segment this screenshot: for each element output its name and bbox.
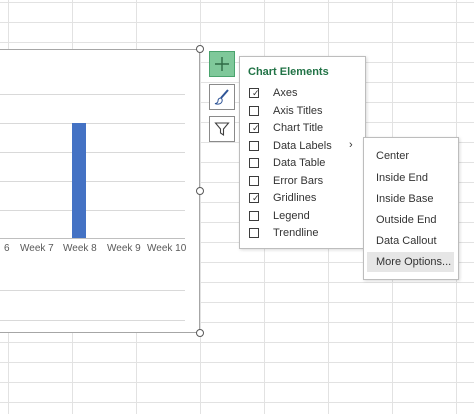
chart-gridline: [0, 181, 185, 182]
checkmark-icon: ✓: [252, 122, 260, 133]
checkbox[interactable]: [249, 140, 259, 151]
chevron-right-icon[interactable]: ›: [349, 139, 353, 151]
element-item-axes[interactable]: ✓ Axes: [245, 84, 335, 101]
chart-gridline: [0, 94, 185, 95]
element-item-chart-title[interactable]: ✓ Chart Title: [245, 119, 335, 136]
chart-axis-line: [0, 238, 185, 239]
chart-styles-button[interactable]: [209, 84, 235, 110]
chart-gridline: [0, 320, 185, 321]
x-tick-label: Week 10: [147, 243, 187, 254]
element-item-axis-titles[interactable]: Axis Titles: [245, 102, 335, 119]
element-item-gridlines[interactable]: ✓ Gridlines: [245, 189, 335, 206]
panel-title: Chart Elements: [248, 66, 329, 78]
chart-elements-button[interactable]: [209, 51, 235, 77]
chart-filters-button[interactable]: [209, 116, 235, 142]
element-item-label: Data Table: [273, 156, 326, 169]
element-item-label: Gridlines: [273, 191, 317, 204]
chart-bar-week-8[interactable]: [72, 123, 86, 238]
element-item-label: Error Bars: [273, 174, 324, 187]
submenu-item-inside-end[interactable]: Inside End: [367, 168, 454, 188]
checkbox[interactable]: ✓: [249, 87, 260, 98]
chart-gridline: [0, 152, 185, 153]
x-tick-label: Week 9: [107, 243, 141, 254]
resize-handle-right[interactable]: [196, 187, 204, 195]
chart-gridline: [0, 123, 185, 124]
submenu-item-more-options[interactable]: More Options...: [367, 252, 454, 272]
checkbox[interactable]: [249, 157, 259, 168]
chart-gridline: [0, 210, 185, 211]
plus-icon: [215, 57, 229, 71]
checkbox[interactable]: ✓: [249, 192, 260, 203]
element-item-error-bars[interactable]: Error Bars: [245, 172, 335, 189]
submenu-item-center[interactable]: Center: [367, 146, 454, 166]
element-item-label: Axis Titles: [273, 104, 323, 117]
submenu-item-outside-end[interactable]: Outside End: [367, 210, 454, 230]
element-item-data-table[interactable]: Data Table: [245, 154, 335, 171]
checkbox[interactable]: [249, 175, 259, 186]
checkbox[interactable]: [249, 227, 259, 238]
resize-handle-bottom-right[interactable]: [196, 329, 204, 337]
data-labels-submenu: Center Inside End Inside Base Outside En…: [363, 137, 459, 280]
x-tick-label: Week 7: [20, 243, 54, 254]
element-item-label: Chart Title: [273, 121, 324, 134]
paintbrush-icon: [214, 89, 229, 105]
checkmark-icon: ✓: [252, 87, 260, 98]
checkbox[interactable]: [249, 105, 259, 116]
chart-gridline: [0, 290, 185, 291]
x-tick-label: Week 8: [63, 243, 97, 254]
submenu-item-data-callout[interactable]: Data Callout: [367, 231, 454, 251]
chart-area[interactable]: 6 Week 7 Week 8 Week 9 Week 10: [0, 49, 200, 333]
element-item-data-labels[interactable]: Data Labels: [245, 137, 335, 154]
checkbox[interactable]: ✓: [249, 122, 260, 133]
element-item-label: Axes: [273, 86, 298, 99]
submenu-item-inside-base[interactable]: Inside Base: [367, 189, 454, 209]
resize-handle-top-right[interactable]: [196, 45, 204, 53]
funnel-icon: [214, 122, 230, 137]
element-item-label: Legend: [273, 209, 310, 222]
x-tick-label: 6: [4, 243, 10, 254]
element-item-label: Data Labels: [273, 139, 332, 152]
checkmark-icon: ✓: [252, 192, 260, 203]
element-item-label: Trendline: [273, 226, 319, 239]
chart-elements-panel: Chart Elements ✓ Axes Axis Titles ✓ Char…: [239, 56, 366, 249]
element-item-legend[interactable]: Legend: [245, 207, 335, 224]
element-item-trendline[interactable]: Trendline: [245, 224, 335, 241]
checkbox[interactable]: [249, 210, 259, 221]
